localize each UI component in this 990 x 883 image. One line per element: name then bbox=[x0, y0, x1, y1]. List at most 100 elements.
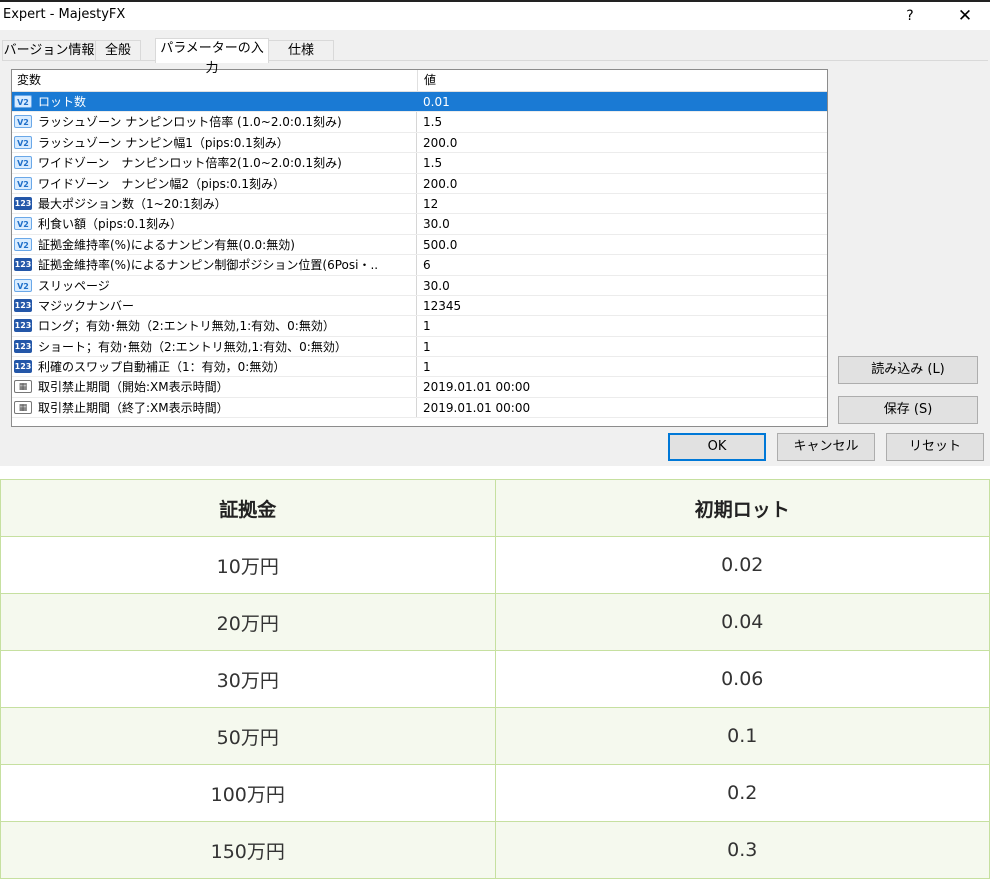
table-header-row: 証拠金 初期ロット bbox=[0, 479, 990, 537]
column-header-variable[interactable]: 変数 bbox=[17, 70, 41, 91]
reset-button[interactable]: リセット bbox=[886, 433, 984, 461]
double-type-icon: V2 bbox=[14, 135, 32, 149]
integer-type-icon: 123 bbox=[14, 298, 32, 312]
integer-type-icon: 123 bbox=[14, 196, 32, 210]
table-row: 100万円 0.2 bbox=[0, 764, 990, 822]
tab-specification[interactable]: 仕様 bbox=[268, 40, 334, 61]
double-type-icon: V2 bbox=[14, 176, 32, 190]
column-divider[interactable] bbox=[417, 70, 418, 91]
double-type-icon: V2 bbox=[14, 237, 32, 251]
param-name-cell[interactable]: V2 ロット数 bbox=[12, 92, 417, 112]
table-row[interactable]: ▦ 取引禁止期間（開始:XM表示時間） 2019.01.01 00:00 bbox=[12, 377, 827, 398]
table-row[interactable]: 123 ロング；有効･無効（2:エントリ無効,1:有効、0:無効） 1 bbox=[12, 316, 827, 337]
grid-rows: V2 ロット数 0.01 V2 ラッシュゾーン ナンピンロット倍率 (1.0~2.0:0… bbox=[12, 92, 827, 419]
close-icon[interactable]: ✕ bbox=[950, 5, 980, 27]
param-value-cell[interactable]: 12 bbox=[417, 194, 827, 213]
cancel-button[interactable]: キャンセル bbox=[777, 433, 875, 461]
tab-version-info[interactable]: バージョン情報 bbox=[2, 40, 96, 61]
table-body: 10万円 0.02 20万円 0.04 30万円 0.06 50万円 0.1 100万円 0.2 1… bbox=[0, 536, 990, 879]
table-row[interactable]: V2 ワイドゾーン ナンピン幅2（pips:0.1刻み） 200.0 bbox=[12, 173, 827, 194]
double-type-icon: V2 bbox=[14, 278, 32, 292]
table-row: 150万円 0.3 bbox=[0, 821, 990, 879]
tab-general[interactable]: 全般 bbox=[95, 40, 141, 61]
param-value-cell[interactable]: 1.5 bbox=[417, 112, 827, 131]
param-name-cell[interactable]: 123 証拠金維持率(%)によるナンピン制御ポジション位置(6Posi・.. bbox=[12, 255, 417, 275]
param-name: 利食い額（pips:0.1刻み） bbox=[38, 217, 182, 232]
margin-cell: 150万円 bbox=[0, 821, 496, 879]
param-name: 取引禁止期間（開始:XM表示時間） bbox=[38, 380, 229, 395]
grid-header: 変数 値 bbox=[12, 70, 827, 92]
help-button[interactable]: ? bbox=[898, 5, 922, 27]
table-row: 10万円 0.02 bbox=[0, 536, 990, 594]
param-name-cell[interactable]: V2 ラッシュゾーン ナンピンロット倍率 (1.0~2.0:0.1刻み) bbox=[12, 112, 417, 132]
param-value-cell[interactable]: 1 bbox=[417, 337, 827, 356]
param-name: 証拠金維持率(%)によるナンピン有無(0.0:無効) bbox=[38, 237, 295, 252]
param-value-cell[interactable]: 6 bbox=[417, 255, 827, 274]
initial-lot-cell: 0.3 bbox=[494, 821, 990, 879]
param-name: ワイドゾーン ナンピンロット倍率2(1.0~2.0:0.1刻み) bbox=[38, 156, 342, 171]
ok-button[interactable]: OK bbox=[668, 433, 766, 461]
param-value-cell[interactable]: 1 bbox=[417, 316, 827, 335]
param-name-cell[interactable]: V2 証拠金維持率(%)によるナンピン有無(0.0:無効) bbox=[12, 234, 417, 255]
margin-lot-table: 証拠金 初期ロット 10万円 0.02 20万円 0.04 30万円 0.06 50万円 0.… bbox=[0, 479, 990, 879]
initial-lot-cell: 0.04 bbox=[494, 593, 990, 651]
param-name-cell[interactable]: V2 ラッシュゾーン ナンピン幅1（pips:0.1刻み） bbox=[12, 132, 417, 153]
param-value-cell[interactable]: 1 bbox=[417, 357, 827, 376]
param-value-cell[interactable]: 30.0 bbox=[417, 214, 827, 233]
param-name-cell[interactable]: V2 利食い額（pips:0.1刻み） bbox=[12, 214, 417, 234]
table-row[interactable]: V2 ラッシュゾーン ナンピンロット倍率 (1.0~2.0:0.1刻み) 1.5 bbox=[12, 112, 827, 133]
param-name-cell[interactable]: V2 ワイドゾーン ナンピンロット倍率2(1.0~2.0:0.1刻み) bbox=[12, 153, 417, 173]
title-bar: Expert - MajestyFX ? ✕ bbox=[0, 2, 990, 30]
table-row[interactable]: V2 ロット数 0.01 bbox=[12, 92, 827, 113]
datetime-type-icon: ▦ bbox=[14, 380, 32, 394]
param-name: 最大ポジション数（1~20:1刻み） bbox=[38, 196, 227, 211]
param-name-cell[interactable]: ▦ 取引禁止期間（終了:XM表示時間） bbox=[12, 397, 417, 418]
param-value-cell[interactable]: 0.01 bbox=[417, 92, 827, 112]
table-row[interactable]: 123 証拠金維持率(%)によるナンピン制御ポジション位置(6Posi・.. 6 bbox=[12, 255, 827, 276]
param-name: スリッページ bbox=[38, 278, 110, 293]
column-header-value[interactable]: 値 bbox=[424, 70, 436, 91]
table-row[interactable]: 123 マジックナンバー 12345 bbox=[12, 295, 827, 317]
integer-type-icon: 123 bbox=[14, 319, 32, 333]
window-title: Expert - MajestyFX bbox=[3, 7, 126, 22]
table-row[interactable]: V2 スリッページ 30.0 bbox=[12, 275, 827, 296]
param-value-cell[interactable]: 30.0 bbox=[417, 276, 827, 295]
save-button[interactable]: 保存 (S) bbox=[838, 396, 978, 424]
table-row[interactable]: 123 利確のスワップ自動補正（1：有効，0:無効） 1 bbox=[12, 357, 827, 378]
param-value-cell[interactable]: 500.0 bbox=[417, 235, 827, 254]
load-button[interactable]: 読み込み (L) bbox=[838, 356, 978, 384]
double-type-icon: V2 bbox=[14, 217, 32, 231]
tab-input-parameters[interactable]: パラメーターの入力 bbox=[155, 38, 269, 76]
initial-lot-cell: 0.02 bbox=[494, 536, 990, 594]
param-name-cell[interactable]: 123 利確のスワップ自動補正（1：有効，0:無効） bbox=[12, 357, 417, 377]
param-value-cell[interactable]: 200.0 bbox=[417, 174, 827, 193]
param-value-cell[interactable]: 12345 bbox=[417, 296, 827, 315]
margin-cell: 20万円 bbox=[0, 593, 496, 651]
param-name-cell[interactable]: V2 スリッページ bbox=[12, 275, 417, 295]
param-name-cell[interactable]: 123 マジックナンバー bbox=[12, 295, 417, 316]
param-name: ショート；有効･無効（2:エントリ無効,1:有効、0:無効） bbox=[38, 339, 347, 354]
param-value-cell[interactable]: 2019.01.01 00:00 bbox=[417, 377, 827, 396]
param-name-cell[interactable]: 123 ショート；有効･無効（2:エントリ無効,1:有効、0:無効） bbox=[12, 336, 417, 357]
table-row[interactable]: 123 最大ポジション数（1~20:1刻み） 12 bbox=[12, 193, 827, 215]
table-row[interactable]: V2 ワイドゾーン ナンピンロット倍率2(1.0~2.0:0.1刻み) 1.5 bbox=[12, 153, 827, 174]
table-row[interactable]: V2 証拠金維持率(%)によるナンピン有無(0.0:無効) 500.0 bbox=[12, 234, 827, 256]
integer-type-icon: 123 bbox=[14, 339, 32, 353]
param-name-cell[interactable]: V2 ワイドゾーン ナンピン幅2（pips:0.1刻み） bbox=[12, 173, 417, 193]
param-value-cell[interactable]: 200.0 bbox=[417, 133, 827, 152]
table-row[interactable]: V2 ラッシュゾーン ナンピン幅1（pips:0.1刻み） 200.0 bbox=[12, 132, 827, 154]
table-row[interactable]: 123 ショート；有効･無効（2:エントリ無効,1:有効、0:無効） 1 bbox=[12, 336, 827, 358]
param-value-cell[interactable]: 1.5 bbox=[417, 153, 827, 172]
header-margin: 証拠金 bbox=[0, 479, 496, 537]
param-name: ロング；有効･無効（2:エントリ無効,1:有効、0:無効） bbox=[38, 319, 335, 334]
double-type-icon: V2 bbox=[14, 156, 32, 170]
param-name: 取引禁止期間（終了:XM表示時間） bbox=[38, 400, 229, 415]
margin-cell: 30万円 bbox=[0, 650, 496, 708]
initial-lot-cell: 0.06 bbox=[494, 650, 990, 708]
param-name-cell[interactable]: 123 最大ポジション数（1~20:1刻み） bbox=[12, 193, 417, 214]
param-name-cell[interactable]: ▦ 取引禁止期間（開始:XM表示時間） bbox=[12, 377, 417, 397]
param-name-cell[interactable]: 123 ロング；有効･無効（2:エントリ無効,1:有効、0:無効） bbox=[12, 316, 417, 336]
table-row[interactable]: ▦ 取引禁止期間（終了:XM表示時間） 2019.01.01 00:00 bbox=[12, 397, 827, 419]
param-value-cell[interactable]: 2019.01.01 00:00 bbox=[417, 398, 827, 417]
table-row[interactable]: V2 利食い額（pips:0.1刻み） 30.0 bbox=[12, 214, 827, 235]
